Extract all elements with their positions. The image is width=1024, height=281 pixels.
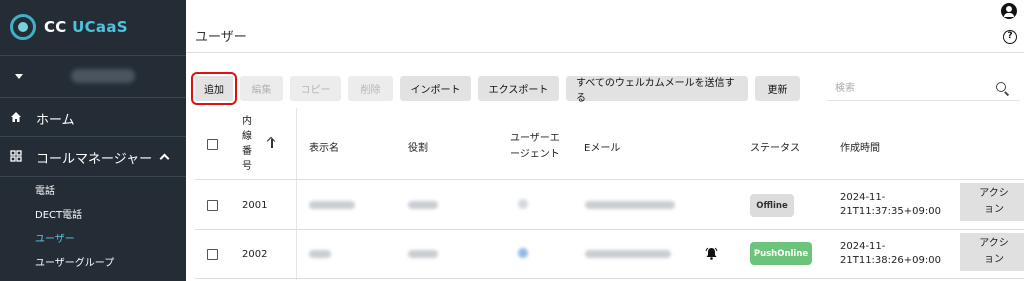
status-badge: Offline xyxy=(750,194,794,217)
search-box xyxy=(827,75,1020,101)
column-label: 番 xyxy=(242,146,252,157)
send-welcome-mail-button[interactable]: すべてのウェルカムメールを送信する xyxy=(566,76,748,104)
action-button[interactable]: アクシ ョン xyxy=(960,183,1024,221)
role-redacted xyxy=(408,201,438,212)
email-redacted xyxy=(585,201,675,212)
created-date-line: 2024-11- xyxy=(840,241,886,252)
search-icon[interactable] xyxy=(996,82,1006,92)
page-title: ユーザー xyxy=(195,30,247,45)
caret-down-icon xyxy=(15,73,23,79)
app-logo[interactable]: CC UCaaS xyxy=(10,10,128,44)
divider xyxy=(0,176,186,177)
column-label: ージェント xyxy=(510,149,560,160)
select-all-checkbox[interactable] xyxy=(207,139,218,150)
divider xyxy=(0,136,186,137)
created-time-cell: 2024-11- 21T11:38:26+09:00 xyxy=(840,240,941,268)
column-status[interactable]: ステータス xyxy=(750,139,800,154)
sidebar-item-users[interactable]: ユーザー xyxy=(35,230,75,245)
action-button[interactable]: アクシ ョン xyxy=(960,233,1024,271)
sort-ascending-icon[interactable] xyxy=(271,139,273,148)
row-checkbox[interactable] xyxy=(207,200,218,211)
sidebar-item-phones[interactable]: 電話 xyxy=(35,182,55,197)
column-email[interactable]: Eメール xyxy=(584,139,620,154)
home-icon xyxy=(10,111,22,126)
main-content: ユーザー ? 追加 編集 コピー 削除 インポート エクスポート すべてのウェル… xyxy=(186,0,1024,281)
extension-cell: 2002 xyxy=(242,249,268,260)
column-label: 内 xyxy=(242,116,252,127)
extension-cell: 2001 xyxy=(242,200,268,211)
account-circle-icon[interactable] xyxy=(1001,3,1017,19)
action-label: ョン xyxy=(984,204,1004,215)
created-date-line: 2024-11- xyxy=(840,192,886,203)
column-user-agent[interactable]: ユーザーエ ージェント xyxy=(510,131,560,163)
sidebar: CC UCaaS ホーム コールマネージャー 電話 DECT電話 ユーザー ユー… xyxy=(0,0,186,281)
action-label: アクシ xyxy=(979,188,1009,199)
refresh-button[interactable]: 更新 xyxy=(755,76,800,101)
nav-item-home[interactable]: ホーム xyxy=(0,108,186,128)
edit-button[interactable]: 編集 xyxy=(240,76,283,101)
action-label: ョン xyxy=(984,254,1004,265)
user-agent-icon xyxy=(518,199,528,212)
table-row[interactable]: 2001 Offline 2024-11- 21T11:37:35+09:00 … xyxy=(195,181,1024,230)
nav-item-label: ホーム xyxy=(36,112,75,128)
table-row[interactable]: 2002 PushOnline 2024-11- 21T11:38:26+09:… xyxy=(195,230,1024,279)
role-redacted xyxy=(408,250,438,261)
created-time-line: 21T11:37:35+09:00 xyxy=(840,206,941,217)
column-extension[interactable]: 内 線 番 号 xyxy=(241,114,253,174)
copy-button[interactable]: コピー xyxy=(290,76,341,101)
grid-icon xyxy=(10,149,22,165)
created-time-line: 21T11:38:26+09:00 xyxy=(840,255,941,266)
column-label: 線 xyxy=(242,131,252,142)
sidebar-item-user-groups[interactable]: ユーザーグループ xyxy=(35,254,114,269)
divider xyxy=(0,55,186,56)
chevron-up-icon xyxy=(159,153,170,164)
divider xyxy=(0,97,186,98)
display-name-redacted xyxy=(309,250,331,261)
row-checkbox[interactable] xyxy=(207,249,218,260)
table-header: 内 線 番 号 表示名 役割 ユーザーエ ージェント Eメール ステータス 作成… xyxy=(195,108,1024,180)
user-agent-icon xyxy=(518,248,528,261)
toolbar: 追加 編集 コピー 削除 インポート エクスポート すべてのウェルカムメールを送… xyxy=(191,72,807,105)
column-created[interactable]: 作成時間 xyxy=(840,139,880,154)
account-name-redacted xyxy=(71,69,135,83)
created-time-cell: 2024-11- 21T11:37:35+09:00 xyxy=(840,191,941,219)
action-label: アクシ xyxy=(979,238,1009,249)
account-selector[interactable] xyxy=(0,57,186,95)
logo-text: CC UCaaS xyxy=(44,18,128,36)
divider xyxy=(186,52,1024,53)
logo-icon xyxy=(10,14,36,40)
status-badge: PushOnline xyxy=(750,242,812,265)
add-button[interactable]: 追加 xyxy=(191,72,237,105)
nav-item-call-manager[interactable]: コールマネージャー xyxy=(0,146,186,168)
help-icon[interactable]: ? xyxy=(1003,30,1017,44)
export-button[interactable]: エクスポート xyxy=(478,76,559,101)
sidebar-item-dect-phones[interactable]: DECT電話 xyxy=(35,206,82,221)
delete-button[interactable]: 削除 xyxy=(348,76,393,101)
bell-icon[interactable] xyxy=(705,247,718,263)
display-name-redacted xyxy=(309,201,355,212)
nav-item-label: コールマネージャー xyxy=(36,151,153,167)
column-label: ユーザーエ xyxy=(510,133,560,144)
email-redacted xyxy=(585,250,671,261)
column-label: 号 xyxy=(242,161,252,172)
column-display-name[interactable]: 表示名 xyxy=(309,139,339,154)
column-role[interactable]: 役割 xyxy=(408,139,428,154)
import-button[interactable]: インポート xyxy=(400,76,471,101)
search-input[interactable] xyxy=(835,79,985,97)
